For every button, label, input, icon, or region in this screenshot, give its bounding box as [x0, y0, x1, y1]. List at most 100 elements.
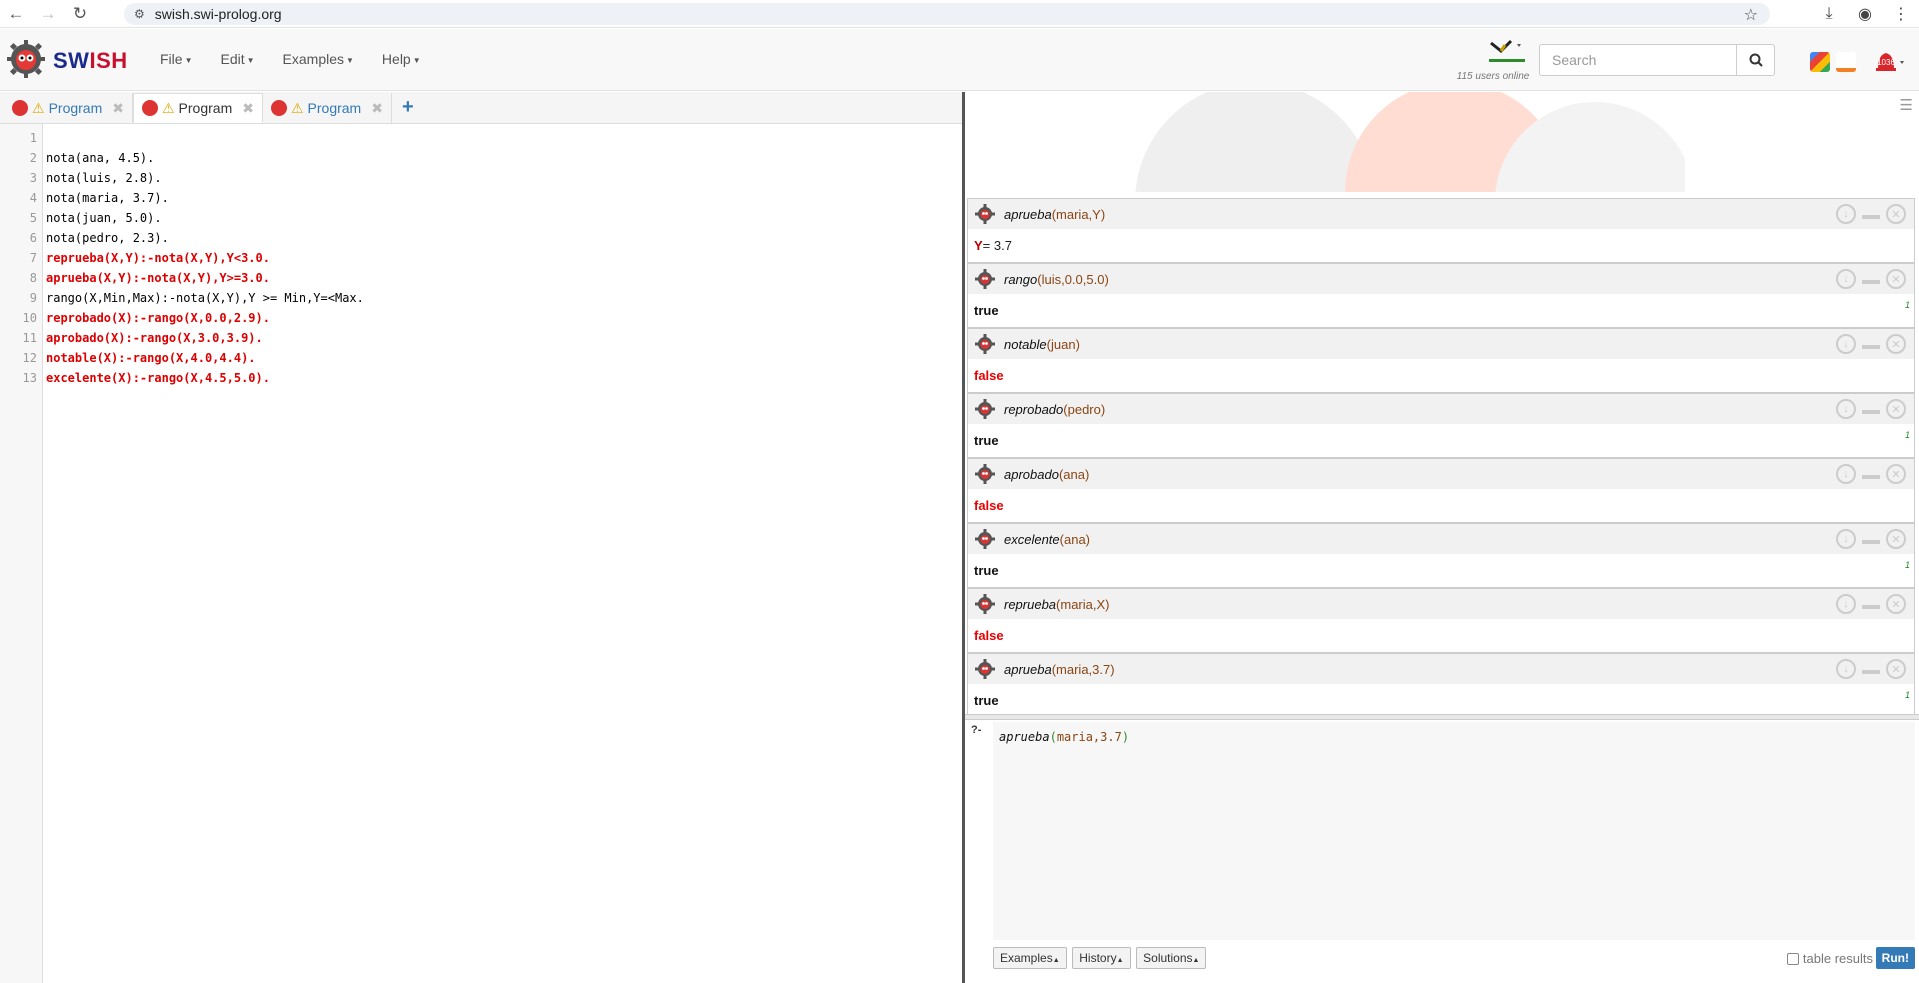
- query-controls: ↓ ✕: [1836, 464, 1906, 484]
- tab-program-2[interactable]: ⚠ Program ✖: [132, 93, 263, 123]
- notification-bell-icon[interactable]: 1036: [1868, 47, 1908, 75]
- gear-icon[interactable]: [974, 658, 996, 680]
- minimize-icon[interactable]: [1862, 410, 1880, 414]
- download-answers-icon[interactable]: ↓: [1836, 204, 1856, 224]
- address-bar[interactable]: ⚙ swish.swi-prolog.org ☆: [124, 3, 1770, 25]
- query-header: rango(luis,0.0,5.0) ↓ ✕: [968, 264, 1914, 294]
- query-text[interactable]: aprobado(ana): [1004, 467, 1089, 482]
- examples-dropdown-button[interactable]: Examples▲: [993, 947, 1067, 969]
- gear-icon[interactable]: [974, 528, 996, 550]
- query-text[interactable]: aprueba(maria,3.7): [1004, 662, 1115, 677]
- query-header: notable(juan) ↓ ✕: [968, 329, 1914, 359]
- code-line: 3 nota(luis, 2.8).: [29, 171, 162, 185]
- back-icon[interactable]: ←: [0, 0, 32, 28]
- run-button[interactable]: Run!: [1875, 947, 1915, 969]
- query-editor[interactable]: aprueba(maria,3.7): [993, 722, 1915, 940]
- search-input[interactable]: Search: [1539, 44, 1737, 76]
- close-query-icon[interactable]: ✕: [1886, 204, 1906, 224]
- warning-icon: ⚠: [32, 99, 45, 116]
- editor-tabs: ⚠ Program ✖ ⚠ Program ✖ ⚠ Program ✖ +: [0, 92, 962, 124]
- close-query-icon[interactable]: ✕: [1886, 269, 1906, 289]
- menu-edit[interactable]: Edit ▼: [220, 51, 254, 67]
- checkbox-box[interactable]: [1786, 952, 1799, 965]
- forward-icon[interactable]: →: [32, 0, 64, 28]
- tab-label[interactable]: Program: [49, 100, 103, 116]
- download-answers-icon[interactable]: ↓: [1836, 269, 1856, 289]
- minimize-icon[interactable]: [1862, 215, 1880, 219]
- tab-label[interactable]: Program: [179, 100, 233, 116]
- browser-menu-icon[interactable]: ⋮: [1883, 4, 1919, 24]
- history-dropdown-button[interactable]: History▲: [1072, 947, 1131, 969]
- query-input-text[interactable]: aprueba(maria,3.7): [999, 730, 1129, 744]
- hamburger-menu-icon[interactable]: ☰: [1900, 96, 1913, 114]
- gear-icon[interactable]: [974, 203, 996, 225]
- download-answers-icon[interactable]: ↓: [1836, 334, 1856, 354]
- menu-help[interactable]: Help ▼: [382, 51, 421, 67]
- menu-examples[interactable]: Examples ▼: [283, 51, 354, 67]
- swish-logo[interactable]: [6, 39, 46, 79]
- query-answer: true 1: [968, 294, 1914, 327]
- download-answers-icon[interactable]: ↓: [1836, 659, 1856, 679]
- code-lines[interactable]: 1 2 nota(ana, 4.5). 3 nota(luis, 2.8). 4 no…: [0, 128, 962, 388]
- search-button[interactable]: [1737, 44, 1775, 76]
- close-tab-icon[interactable]: ✖: [371, 100, 383, 117]
- minimize-icon[interactable]: [1862, 670, 1880, 674]
- query-answer: true 1: [968, 424, 1914, 457]
- url-text[interactable]: swish.swi-prolog.org: [155, 6, 282, 22]
- download-answers-icon[interactable]: ↓: [1836, 399, 1856, 419]
- tab-program-1[interactable]: ⚠ Program ✖: [4, 93, 133, 123]
- user-avatar-icon[interactable]: [1487, 39, 1527, 65]
- query-answer: Y = 3.7: [968, 229, 1914, 262]
- close-tab-icon[interactable]: ✖: [112, 100, 124, 117]
- close-query-icon[interactable]: ✕: [1886, 464, 1906, 484]
- gear-icon[interactable]: [974, 463, 996, 485]
- add-tab-button[interactable]: +: [392, 96, 424, 123]
- query-footer: Examples▲ History▲ Solutions▲ table resu…: [993, 947, 1915, 975]
- query-controls: ↓ ✕: [1836, 269, 1906, 289]
- close-query-icon[interactable]: ✕: [1886, 399, 1906, 419]
- tab-program-3[interactable]: ⚠ Program ✖: [263, 93, 392, 123]
- query-text[interactable]: rango(luis,0.0,5.0): [1004, 272, 1109, 287]
- gear-icon[interactable]: [974, 333, 996, 355]
- swish-navbar: SWISH File ▼ Edit ▼ Examples ▼ Help ▼ 115 us…: [0, 29, 1919, 91]
- download-answers-icon[interactable]: ↓: [1836, 594, 1856, 614]
- program-editor: ⚠ Program ✖ ⚠ Program ✖ ⚠ Program ✖ + 1 …: [0, 92, 962, 983]
- query-splitter[interactable]: [965, 714, 1919, 720]
- warning-icon: ⚠: [161, 99, 175, 116]
- query-text[interactable]: reprueba(maria,X): [1004, 597, 1110, 612]
- query-text[interactable]: notable(juan): [1004, 337, 1080, 352]
- minimize-icon[interactable]: [1862, 280, 1880, 284]
- google-icon[interactable]: [1810, 52, 1830, 72]
- stackoverflow-icon[interactable]: [1836, 52, 1856, 72]
- download-answers-icon[interactable]: ↓: [1836, 529, 1856, 549]
- answer-true: true: [974, 693, 999, 708]
- table-results-checkbox[interactable]: table results: [1786, 951, 1873, 966]
- solutions-dropdown-button[interactable]: Solutions▲: [1136, 947, 1207, 969]
- reload-icon[interactable]: ↻: [64, 0, 96, 28]
- minimize-icon[interactable]: [1862, 475, 1880, 479]
- gear-icon[interactable]: [974, 593, 996, 615]
- minimize-icon[interactable]: [1862, 540, 1880, 544]
- download-answers-icon[interactable]: ↓: [1836, 464, 1856, 484]
- download-icon[interactable]: ⤓: [1811, 5, 1847, 23]
- query-text[interactable]: reprobado(pedro): [1004, 402, 1105, 417]
- minimize-icon[interactable]: [1862, 345, 1880, 349]
- close-query-icon[interactable]: ✕: [1886, 659, 1906, 679]
- close-query-icon[interactable]: ✕: [1886, 529, 1906, 549]
- minimize-icon[interactable]: [1862, 605, 1880, 609]
- close-tab-icon[interactable]: ✖: [242, 100, 254, 117]
- menu-file[interactable]: File ▼: [160, 51, 192, 67]
- close-query-icon[interactable]: ✕: [1886, 334, 1906, 354]
- query-text[interactable]: aprueba(maria,Y): [1004, 207, 1105, 222]
- code-line: 2 nota(ana, 4.5).: [29, 151, 155, 165]
- site-info-icon[interactable]: ⚙: [134, 7, 145, 21]
- brand-title[interactable]: SWISH: [53, 48, 128, 74]
- gear-icon[interactable]: [974, 398, 996, 420]
- tab-label[interactable]: Program: [308, 100, 362, 116]
- query-text[interactable]: excelente(ana): [1004, 532, 1090, 547]
- query-result-block: notable(juan) ↓ ✕ false: [967, 328, 1915, 393]
- close-query-icon[interactable]: ✕: [1886, 594, 1906, 614]
- gear-icon[interactable]: [974, 268, 996, 290]
- profile-icon[interactable]: ◉: [1847, 4, 1883, 24]
- bookmark-star-icon[interactable]: ☆: [1744, 5, 1758, 25]
